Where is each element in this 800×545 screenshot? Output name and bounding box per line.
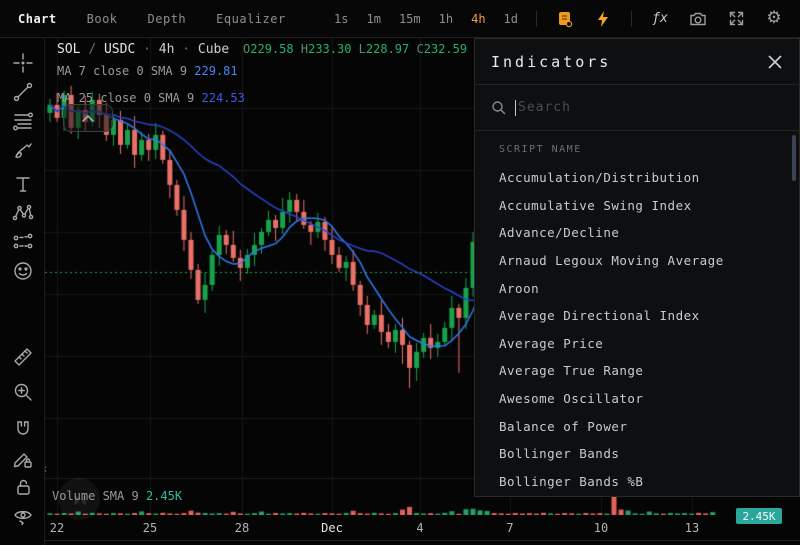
time-axis-label: 28 — [234, 521, 250, 535]
ohlc-value: 229.58 — [250, 42, 301, 56]
indicator-list-item[interactable]: Average True Range — [499, 357, 799, 385]
trend-line-icon[interactable] — [11, 80, 34, 103]
tab-book[interactable]: Book — [87, 12, 118, 26]
ohlc-value: 233.30 — [308, 42, 359, 56]
indicator-list-item[interactable]: Average Price — [499, 330, 799, 358]
ma7-value: 229.81 — [194, 64, 238, 78]
tab-equalizer[interactable]: Equalizer — [216, 12, 286, 26]
xabcd-pattern-icon[interactable] — [11, 201, 34, 224]
indicators-panel: Indicators SCRIPT NAME Accumulation/Dist… — [474, 38, 800, 497]
indicator-list-item[interactable]: Advance/Decline — [499, 219, 799, 247]
ma25-label: MA 25 close 0 SMA 9 — [57, 91, 195, 105]
close-icon[interactable] — [767, 54, 783, 70]
gear-glyph: ⚙ — [766, 8, 782, 28]
bottom-border — [0, 540, 800, 541]
drawing-lock-icon[interactable] — [11, 447, 34, 470]
dot: · — [143, 42, 151, 57]
ohlc-key: H — [300, 42, 309, 56]
venue-label: Cube — [197, 42, 230, 57]
ohlc-key: L — [358, 42, 366, 56]
panel-header: Indicators — [475, 39, 799, 85]
ma7-legend[interactable]: MA 7 close 0 SMA 9 229.81 — [57, 64, 238, 78]
indicator-list-item[interactable]: Bollinger Bands — [499, 440, 799, 468]
ma25-legend[interactable]: MA 25 close 0 SMA 9 224.53 — [57, 91, 245, 105]
settings-gear-icon[interactable]: ⚙ — [764, 9, 784, 29]
text-caret — [515, 99, 516, 116]
ohlc-value: 228.97 — [365, 42, 417, 56]
topbar-actions: 1s 1m 15m 1h 4h 1d ƒx ⚙ — [334, 9, 800, 29]
timeframe-15m[interactable]: 15m — [399, 12, 421, 26]
symbol-quote: USDC — [103, 42, 136, 57]
trading-app: Chart Book Depth Equalizer 1s 1m 15m 1h 4h 1d ƒx — [0, 0, 800, 545]
divider — [536, 10, 537, 27]
drawing-toolbar — [0, 38, 45, 545]
ma7-label: MA 7 close 0 SMA 9 — [57, 64, 188, 78]
tab-chart[interactable]: Chart — [18, 12, 57, 26]
ohlc-values: O229.58 H233.30 L228.97 C232.59 +3.0 — [243, 42, 503, 56]
fib-retracement-icon[interactable] — [11, 109, 34, 132]
magnet-icon[interactable] — [11, 417, 34, 440]
indicator-list-item[interactable]: Aroon — [499, 274, 799, 302]
timeframe-1h[interactable]: 1h — [439, 12, 453, 26]
indicator-list-item[interactable]: Bollinger Bands %B — [499, 468, 799, 496]
fx-indicators-button[interactable]: ƒx — [650, 9, 670, 29]
ruler-icon[interactable] — [11, 345, 34, 368]
lock-all-icon[interactable] — [11, 475, 34, 498]
scrollbar-thumb[interactable] — [792, 135, 796, 181]
ohlc-key: C — [416, 42, 424, 56]
indicator-list-item[interactable]: Balance of Power — [499, 412, 799, 440]
time-axis-label: 25 — [142, 521, 158, 535]
time-axis-label: 22 — [49, 521, 65, 535]
zoom-in-icon[interactable] — [11, 380, 34, 403]
search-icon — [492, 100, 506, 114]
volume-value: 2.45K — [145, 489, 183, 503]
ohlc-value: 232.59 — [423, 42, 475, 56]
chevron-up-icon — [82, 114, 94, 122]
forecast-icon[interactable] — [11, 230, 34, 253]
indicator-list: SCRIPT NAME Accumulation/Distribution Acc… — [475, 131, 799, 495]
brush-icon[interactable] — [11, 139, 34, 162]
text-icon[interactable] — [11, 172, 34, 195]
hide-drawings-icon[interactable] — [11, 504, 34, 527]
camera-icon[interactable] — [688, 9, 708, 29]
timeframe-4h[interactable]: 4h — [471, 12, 485, 26]
indicator-list-item[interactable]: Awesome Oscillator — [499, 385, 799, 413]
timeframe-1d[interactable]: 1d — [504, 12, 518, 26]
symbol-separator: / — [88, 42, 97, 57]
indicator-list-item[interactable]: Accumulative Swing Index — [499, 192, 799, 220]
indicator-list-item[interactable]: Average Directional Index — [499, 302, 799, 330]
search-input[interactable] — [518, 100, 783, 115]
divider — [631, 10, 632, 27]
volume-label: Volume SMA 9 — [52, 489, 139, 503]
emoji-icon[interactable] — [11, 259, 34, 282]
ma25-value: 224.53 — [201, 91, 245, 105]
dot: · — [182, 42, 191, 57]
fx-label: ƒx — [652, 11, 668, 26]
time-axis-label: 7 — [506, 521, 514, 535]
flash-icon[interactable] — [593, 9, 613, 29]
indicator-list-item[interactable]: Accumulation/Distribution — [499, 164, 799, 192]
volume-legend[interactable]: Volume SMA 9 2.45K — [52, 489, 182, 503]
timeframe-switcher: 1s 1m 15m 1h 4h 1d — [334, 12, 518, 26]
time-axis-label: 4 — [416, 521, 424, 535]
indicator-list-item[interactable]: Arnaud Legoux Moving Average — [499, 247, 799, 275]
time-axis-label: Dec — [321, 521, 343, 535]
list-section-header: SCRIPT NAME — [499, 144, 582, 155]
top-bar: Chart Book Depth Equalizer 1s 1m 15m 1h 4h 1d ƒx — [0, 0, 800, 38]
time-axis-label: 10 — [593, 521, 609, 535]
time-axis-label: 13 — [684, 521, 700, 535]
journal-icon[interactable] — [555, 9, 575, 29]
fullscreen-icon[interactable] — [726, 9, 746, 29]
symbol-base: SOL — [57, 42, 81, 57]
legend-collapse-button[interactable] — [63, 104, 113, 132]
interval-label: 4h — [158, 42, 175, 57]
timeframe-1s[interactable]: 1s — [334, 12, 348, 26]
symbol-legend[interactable]: SOL / USDC · 4h · Cube O229.58 H233.30 L… — [57, 42, 503, 57]
search-row — [475, 85, 799, 131]
panel-title: Indicators — [491, 52, 612, 71]
timeframe-1m[interactable]: 1m — [367, 12, 381, 26]
crosshair-icon[interactable] — [11, 51, 34, 74]
tab-depth[interactable]: Depth — [148, 12, 187, 26]
view-tabs: Chart Book Depth Equalizer — [0, 12, 286, 26]
